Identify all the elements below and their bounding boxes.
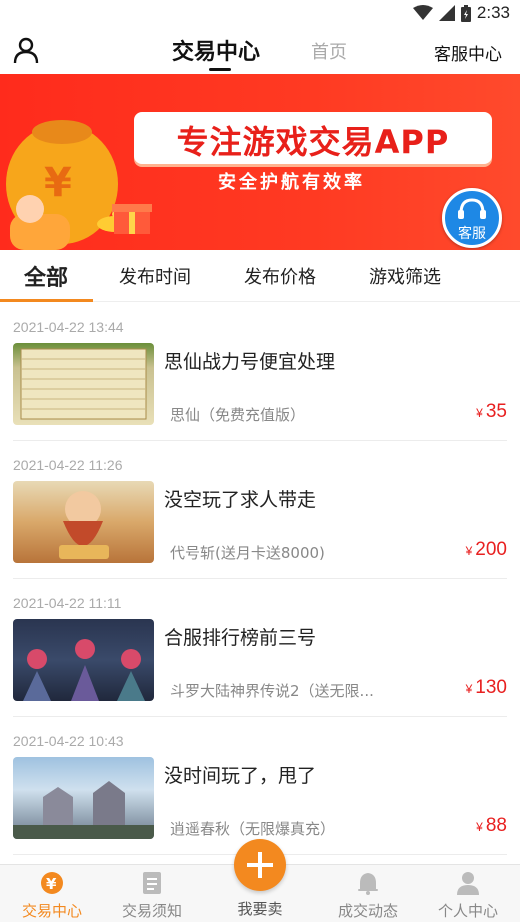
nav-trade-notice[interactable]: 交易须知 xyxy=(100,865,204,922)
listing-item[interactable]: 2021-04-22 10:43 没时间玩了，甩了 逍遥春秋（无限爆真充） ¥8… xyxy=(0,717,520,855)
listing-game: 思仙（免费充值版） xyxy=(170,406,306,424)
listing-thumbnail xyxy=(13,619,154,701)
price-value: 130 xyxy=(475,677,507,698)
yen-coin-icon: ¥ xyxy=(41,872,63,894)
listing-title: 没空玩了求人带走 xyxy=(164,489,317,511)
nav-trade-center[interactable]: ¥ 交易中心 xyxy=(0,865,104,922)
customer-service-link[interactable]: 客服中心 xyxy=(434,40,502,65)
svg-text:¥: ¥ xyxy=(46,875,57,893)
sell-button[interactable] xyxy=(234,839,286,891)
user-profile-button[interactable] xyxy=(12,36,40,64)
filter-publish-time[interactable]: 发布时间 xyxy=(119,263,191,289)
listing-title: 没时间玩了，甩了 xyxy=(164,765,317,787)
listing-date: 2021-04-22 10:43 xyxy=(13,733,124,749)
listing-item[interactable]: 2021-04-22 13:44 思仙战力号便宜处理 思仙（免费充值版） ¥35 xyxy=(0,303,520,441)
tab-trade-center[interactable]: 交易中心 xyxy=(172,34,260,66)
status-icons: 2:33 xyxy=(412,3,510,23)
tab-active-indicator xyxy=(209,68,231,71)
listing-item[interactable]: 2021-04-22 11:26 没空玩了求人带走 代号斩(送月卡送8000) … xyxy=(0,441,520,579)
price-value: 88 xyxy=(485,815,507,836)
tab-home[interactable]: 首页 xyxy=(311,38,347,64)
status-time: 2:33 xyxy=(476,3,510,22)
banner-title: 专注游戏交易APP xyxy=(176,123,450,161)
user-icon xyxy=(13,37,39,64)
listing-thumbnail xyxy=(13,757,154,839)
signal-icon xyxy=(438,5,455,21)
listing-game: 斗罗大陆神界传说2（送无限... xyxy=(170,682,374,700)
bell-icon xyxy=(358,873,378,895)
top-header: 交易中心 首页 客服中心 xyxy=(0,26,520,74)
listing-game: 逍遥春秋（无限爆真充） xyxy=(170,820,336,838)
battery-icon xyxy=(460,4,471,22)
currency-symbol: ¥ xyxy=(465,544,473,558)
price-value: 200 xyxy=(475,539,507,560)
listing-item[interactable]: 2021-04-22 11:11 合服排行榜前三号 斗罗大陆神界传说2（送无限.… xyxy=(0,579,520,717)
filter-all[interactable]: 全部 xyxy=(24,260,68,292)
listing-thumbnail xyxy=(13,481,154,563)
listing-price: ¥35 xyxy=(476,401,507,423)
listing-date: 2021-04-22 13:44 xyxy=(13,319,124,335)
listing-game: 代号斩(送月卡送8000) xyxy=(170,544,325,562)
listing-date: 2021-04-22 11:26 xyxy=(13,457,123,473)
gift-box-illustration xyxy=(112,204,152,234)
customer-service-button[interactable]: 客服 xyxy=(442,188,502,248)
filter-tabs: 全部 发布时间 发布价格 游戏筛选 xyxy=(0,250,520,302)
currency-symbol: ¥ xyxy=(476,820,483,834)
document-icon xyxy=(143,872,161,894)
price-value: 35 xyxy=(485,401,507,422)
listing-thumbnail xyxy=(13,343,154,425)
headset-icon xyxy=(458,198,486,219)
sell-label: 我要卖 xyxy=(237,900,283,918)
listing-list: 2021-04-22 13:44 思仙战力号便宜处理 思仙（免费充值版） ¥35… xyxy=(0,303,520,855)
filter-active-indicator xyxy=(0,299,93,302)
status-bar: 2:33 xyxy=(0,0,520,26)
filter-publish-price[interactable]: 发布价格 xyxy=(244,263,316,289)
nav-deal-activity[interactable]: 成交动态 xyxy=(316,865,420,922)
customer-service-label: 客服 xyxy=(458,226,486,242)
plus-icon xyxy=(247,852,273,878)
svg-text:¥: ¥ xyxy=(44,160,72,206)
nav-label: 交易须知 xyxy=(121,902,182,920)
filter-game[interactable]: 游戏筛选 xyxy=(369,263,441,289)
listing-title: 合服排行榜前三号 xyxy=(164,627,317,649)
nav-label: 交易中心 xyxy=(21,902,82,920)
listing-price: ¥88 xyxy=(476,815,507,837)
banner-subtitle: 安全护航有效率 xyxy=(218,172,365,193)
currency-symbol: ¥ xyxy=(476,406,483,420)
wifi-icon xyxy=(412,5,433,20)
listing-price: ¥200 xyxy=(466,539,507,561)
nav-personal-center[interactable]: 个人中心 xyxy=(416,865,520,922)
listing-price: ¥130 xyxy=(466,677,507,699)
nav-label: 个人中心 xyxy=(437,902,498,920)
banner-headline-board: 专注游戏交易APP xyxy=(134,112,492,164)
listing-title: 思仙战力号便宜处理 xyxy=(164,351,336,373)
person-icon xyxy=(457,872,479,895)
listing-date: 2021-04-22 11:11 xyxy=(13,595,122,611)
nav-label: 成交动态 xyxy=(337,902,398,920)
currency-symbol: ¥ xyxy=(465,682,473,696)
